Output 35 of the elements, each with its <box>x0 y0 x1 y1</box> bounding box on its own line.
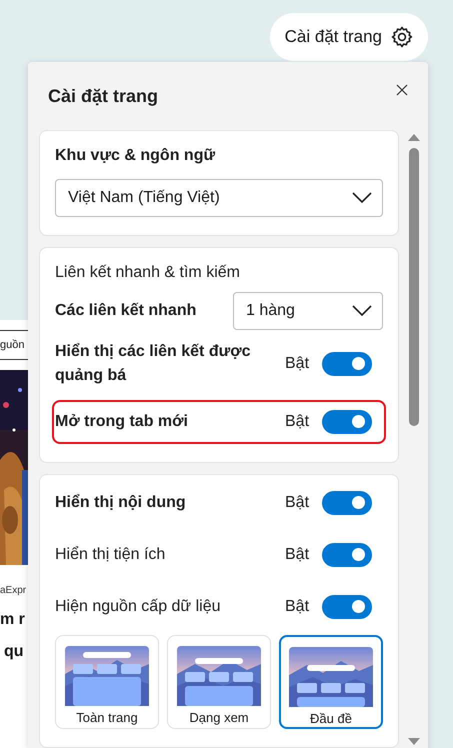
layout-option[interactable]: Đầu đề <box>279 635 383 729</box>
toggle-state-text: Bật <box>285 598 310 616</box>
close-icon[interactable] <box>396 84 408 96</box>
toggle-switch[interactable] <box>322 543 372 567</box>
settings-icon <box>390 25 414 49</box>
toggle-switch[interactable] <box>322 491 372 515</box>
setting-label: Mở trong tab mới <box>55 412 189 432</box>
page-settings-button[interactable]: Cài đặt trang <box>270 13 428 61</box>
toggle-state-text: Bật <box>285 494 310 512</box>
section-title: Liên kết nhanh & tìm kiếm <box>55 264 241 282</box>
chevron-down-icon <box>352 192 372 204</box>
headline-text: qu <box>3 642 24 662</box>
toggle-state-text: Bật <box>285 413 310 431</box>
source-text: guồn <box>0 339 24 351</box>
scroll-up-icon[interactable] <box>408 133 420 141</box>
chevron-down-icon <box>352 305 372 317</box>
quick-links-dropdown[interactable]: 1 hàng <box>233 292 383 330</box>
setting-label: Hiển thị nội dung <box>55 493 187 513</box>
section-title: Khu vực & ngôn ngữ <box>55 147 216 165</box>
setting-label: Các liên kết nhanh <box>55 301 196 321</box>
panel-title: Cài đặt trang <box>48 86 158 106</box>
setting-label: Hiển thị các liên kết được quảng bá <box>55 342 252 386</box>
toggle-switch[interactable] <box>322 595 372 619</box>
toggle-switch[interactable] <box>322 352 372 376</box>
toggle-state-text: Bật <box>285 546 310 564</box>
setting-label: Hiện nguồn cấp dữ liệu <box>55 597 222 617</box>
layout-option[interactable]: Dạng xem <box>167 635 271 729</box>
layout-option[interactable]: Toàn trang <box>55 635 159 729</box>
headline-text: m r <box>0 610 25 630</box>
source-text: aExpr <box>0 585 26 596</box>
scroll-down-icon[interactable] <box>408 738 420 746</box>
toggle-state-text: Bật <box>285 355 310 373</box>
toggle-switch[interactable] <box>322 410 372 434</box>
setting-label: Hiển thị tiện ích <box>55 545 166 565</box>
region-dropdown[interactable]: Việt Nam (Tiếng Việt) <box>55 179 383 217</box>
